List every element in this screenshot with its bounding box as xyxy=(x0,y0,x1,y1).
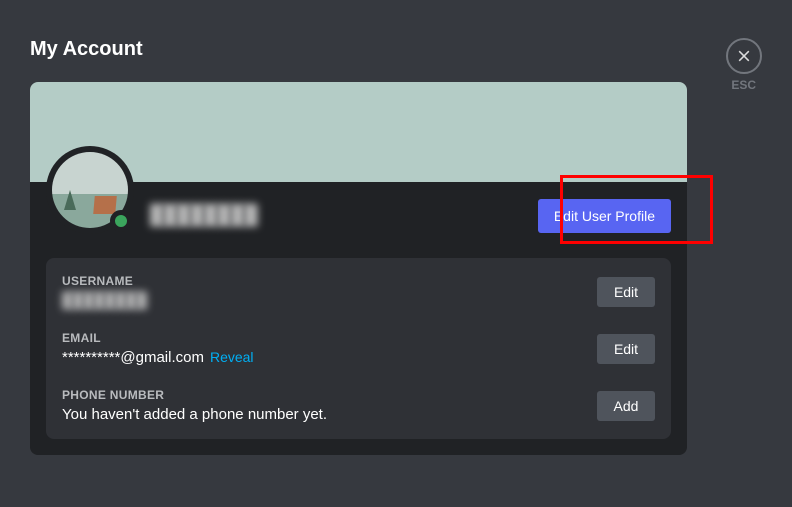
reveal-email-link[interactable]: Reveal xyxy=(210,349,254,365)
email-value: **********@gmail.comReveal xyxy=(62,349,254,366)
username-value: ████████ xyxy=(62,292,147,309)
edit-email-button[interactable]: Edit xyxy=(597,334,655,364)
edit-username-button[interactable]: Edit xyxy=(597,277,655,307)
display-name: ████████ xyxy=(150,205,258,227)
esc-label: ESC xyxy=(731,78,756,92)
field-username: Username ████████ Edit xyxy=(62,274,655,309)
close-icon xyxy=(736,48,752,64)
account-card: ████████ Edit User Profile Username ████… xyxy=(30,82,687,455)
phone-label: Phone Number xyxy=(62,388,327,402)
profile-banner xyxy=(30,82,687,182)
page-title: My Account xyxy=(30,38,143,61)
avatar[interactable] xyxy=(46,146,134,234)
status-online-icon xyxy=(110,210,132,232)
add-phone-button[interactable]: Add xyxy=(597,391,655,421)
edit-user-profile-button[interactable]: Edit User Profile xyxy=(538,199,671,233)
field-phone: Phone Number You haven't added a phone n… xyxy=(62,388,655,423)
close-button[interactable] xyxy=(726,38,762,74)
email-label: Email xyxy=(62,331,254,345)
username-label: Username xyxy=(62,274,147,288)
field-email: Email **********@gmail.comReveal Edit xyxy=(62,331,655,366)
phone-value: You haven't added a phone number yet. xyxy=(62,406,327,423)
fields-panel: Username ████████ Edit Email **********@… xyxy=(46,258,671,439)
avatar-row: ████████ Edit User Profile xyxy=(30,182,687,250)
